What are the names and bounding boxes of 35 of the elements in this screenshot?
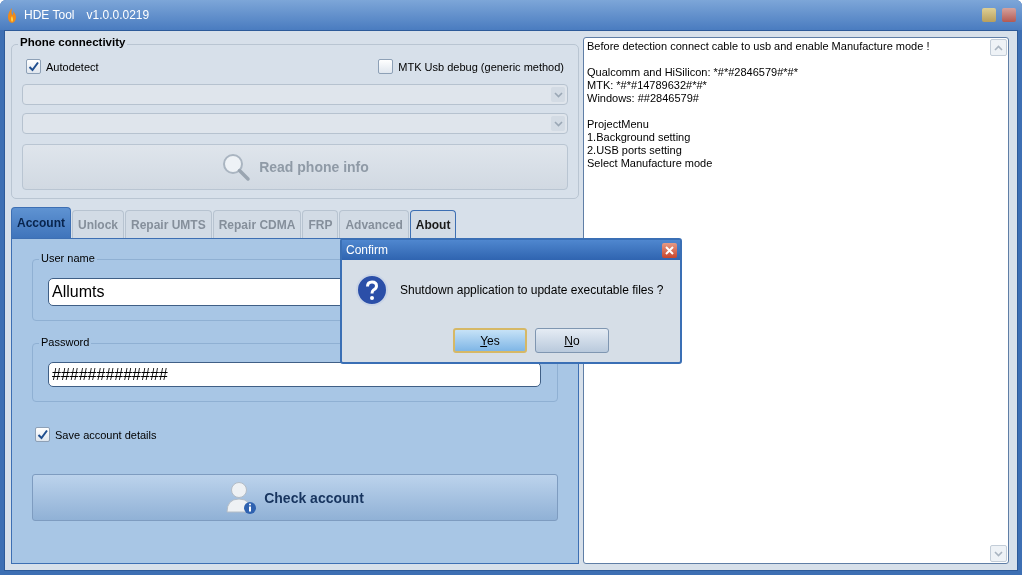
scroll-down-icon[interactable]	[990, 545, 1007, 562]
log-line: Windows: ##2846579#	[587, 92, 700, 105]
user-info-icon	[226, 480, 259, 515]
password-field[interactable]: #############	[48, 362, 541, 387]
group-title: Phone connectivity	[18, 36, 128, 48]
dialog-button[interactable]: No	[535, 328, 609, 353]
checkbox-label: Autodetect	[46, 60, 99, 73]
checkbox[interactable]	[35, 427, 50, 442]
check-account-button[interactable]: Check account	[32, 474, 558, 521]
dialog-title: Confirm	[346, 243, 388, 257]
tab[interactable]: About	[409, 210, 457, 238]
tab[interactable]: Account	[11, 207, 71, 238]
version-label: v1.0.0.0219	[86, 8, 150, 22]
minimize-button[interactable]	[982, 8, 996, 22]
close-button[interactable]	[1002, 8, 1016, 22]
dialog-button[interactable]: Yes	[453, 328, 527, 353]
close-icon[interactable]	[662, 242, 677, 258]
question-icon	[356, 274, 388, 306]
field-label: User name	[39, 252, 97, 264]
checkbox[interactable]	[26, 59, 41, 74]
checkbox-label: Save account details	[55, 428, 157, 441]
field-label: Password	[39, 336, 92, 348]
search-icon	[221, 152, 252, 182]
log-line: Before detection connect cable to usb and enable Manufacture mode !	[587, 40, 931, 53]
log-line: MTK: *#*#14789632#*#*	[587, 79, 708, 92]
checkbox-label: MTK Usb debug (generic method)	[398, 60, 564, 73]
log-line: Select Manufacture mode	[587, 157, 714, 170]
log-line: 2.USB ports setting	[587, 144, 683, 157]
flame-icon	[6, 7, 18, 23]
log-line: ProjectMenu	[587, 118, 650, 131]
checkbox[interactable]	[378, 59, 394, 74]
window-title: HDE Tool	[24, 8, 75, 22]
log-line: Qualcomm and HiSilicon: *#*#2846579#*#*	[587, 66, 799, 79]
scroll-up-icon[interactable]	[990, 39, 1007, 56]
log-line: 1.Background setting	[587, 131, 692, 144]
